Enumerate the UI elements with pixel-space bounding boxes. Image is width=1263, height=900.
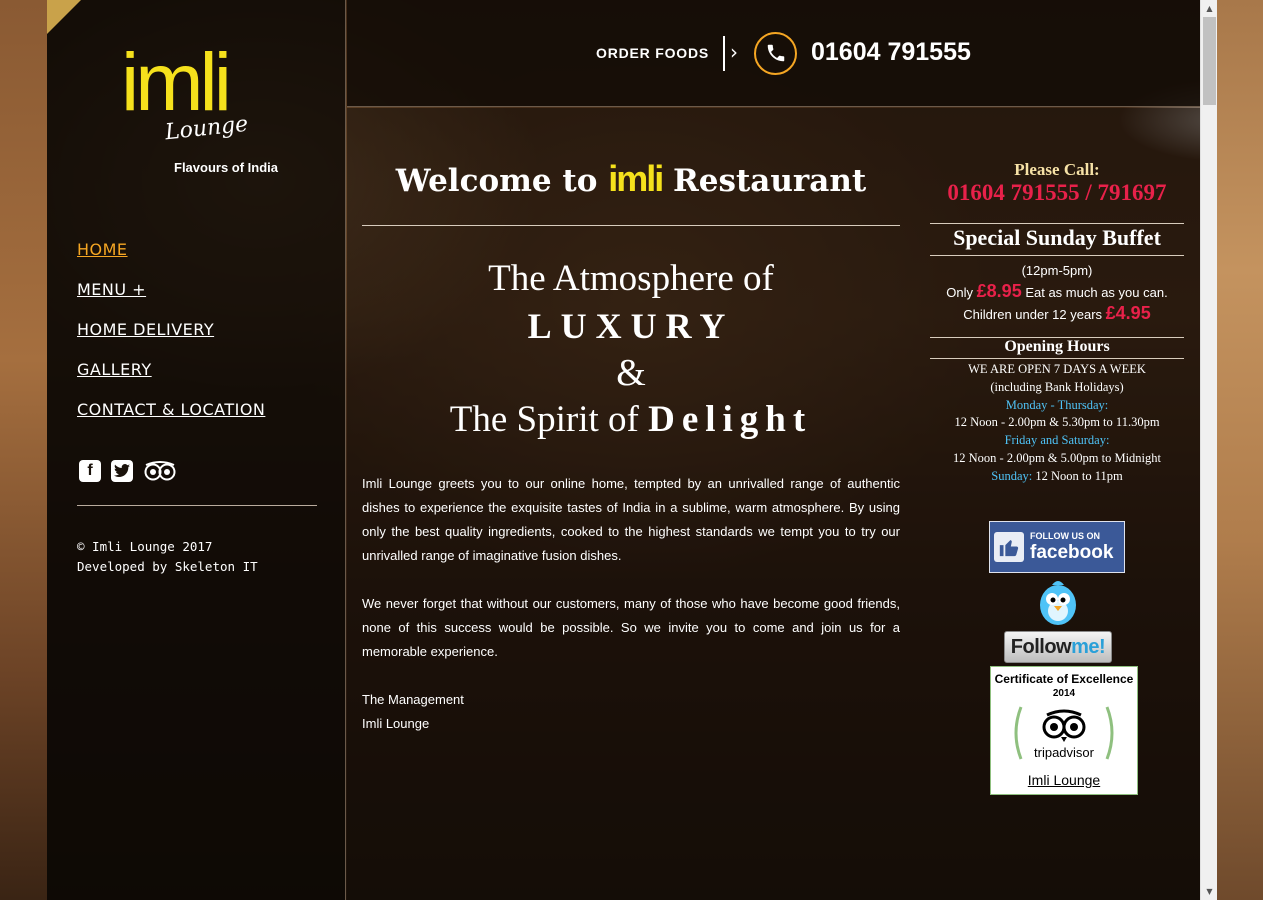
hours-mon-thu: 12 Noon - 2.00pm & 5.30pm to 11.30pm <box>954 415 1160 430</box>
welcome-prefix: Welcome to <box>395 163 598 199</box>
logo-wordmark: imli <box>121 37 232 128</box>
slogan-block: The Atmosphere of LUXURY & The Spirit of… <box>362 256 900 444</box>
thumbs-up-icon <box>994 532 1024 562</box>
header-phone-number[interactable]: 01604 791555 <box>811 38 971 67</box>
facebook-icon[interactable]: f <box>79 460 101 482</box>
hours-sunday-time: 12 Noon to 11pm <box>1035 468 1123 483</box>
buffet-adult-line: Only £8.95 Eat as much as you can. <box>930 281 1184 303</box>
slogan-line-4: The Spirit of Delight <box>362 396 900 444</box>
hours-sunday-label: Sunday: <box>991 468 1033 483</box>
header-divider <box>723 36 725 71</box>
right-divider-4 <box>930 358 1184 359</box>
top-bar: ORDER FOODS › 01604 791555 <box>347 0 1200 107</box>
tripadvisor-wordmark: tripadvisor <box>1034 745 1095 760</box>
right-divider-2 <box>930 255 1184 256</box>
welcome-heading: Welcome to imli Restaurant <box>362 158 900 200</box>
site-logo[interactable]: imli Lounge Flavours of India <box>121 42 281 178</box>
phone-icon[interactable] <box>754 32 797 75</box>
hours-mon-thu-label: Monday - Thursday: <box>1005 397 1109 412</box>
opening-hours: WE ARE OPEN 7 DAYS A WEEK (including Ban… <box>930 361 1184 486</box>
twitter-follow-text: Follow <box>1010 635 1072 658</box>
slogan-line-1: The Atmosphere of <box>488 258 774 299</box>
page-scrollbar[interactable]: ▲ ▼ <box>1200 0 1217 900</box>
contact-phones: 01604 791555 / 791697 <box>947 180 1167 205</box>
signoff-line-2: Imli Lounge <box>362 716 430 731</box>
facebook-follow-badge[interactable]: FOLLOW US ON facebook <box>989 521 1125 573</box>
hours-sunday: Sunday: 12 Noon to 11pm <box>930 468 1184 486</box>
nav-contact-location[interactable]: CONTACT & LOCATION <box>77 400 265 440</box>
developer-credit: Developed by Skeleton IT <box>77 559 258 574</box>
slogan-line-2: LUXURY <box>527 306 735 346</box>
right-divider-1 <box>930 223 1184 224</box>
nav-home-delivery[interactable]: HOME DELIVERY <box>77 320 265 360</box>
footer-credits: © Imli Lounge 2017 Developed by Skeleton… <box>77 537 258 577</box>
buffet-child-line: Children under 12 years £4.95 <box>930 303 1184 325</box>
welcome-brand: imli <box>608 158 664 199</box>
tripadvisor-cert-title: Certificate of Excellence <box>994 672 1134 686</box>
nav-menu[interactable]: MENU + <box>77 280 265 320</box>
intro-paragraph-1: Imli Lounge greets you to our online hom… <box>362 476 900 563</box>
welcome-suffix: Restaurant <box>673 163 867 199</box>
facebook-badge-word: facebook <box>1030 542 1114 563</box>
tripadvisor-owl-icon: tripadvisor <box>1014 706 1114 760</box>
slogan-line-4-prefix: The Spirit of <box>449 399 639 440</box>
logo-tagline: Flavours of India <box>174 160 279 175</box>
twitter-me-text: me! <box>1071 635 1106 658</box>
intro-text: Imli Lounge greets you to our online hom… <box>362 472 900 736</box>
sidebar-divider <box>77 505 317 506</box>
buffet-adult-price: £8.95 <box>976 281 1022 301</box>
chevron-right-icon: › <box>730 40 738 64</box>
buffet-eat-text: Eat as much as you can. <box>1025 285 1168 300</box>
buffet-title: Special Sunday Buffet <box>953 225 1161 250</box>
opening-hours-title: Opening Hours <box>1004 338 1110 355</box>
intro-paragraph-2: We never forget that without our custome… <box>362 596 900 659</box>
buffet-time: (12pm-5pm) <box>1021 263 1093 278</box>
please-call-label: Please Call: <box>1014 160 1100 179</box>
scroll-down-icon[interactable]: ▼ <box>1201 883 1218 900</box>
tripadvisor-certificate: Certificate of Excellence 2014 tripadvis… <box>990 666 1138 795</box>
scrollbar-thumb[interactable] <box>1203 17 1216 105</box>
hours-fri-sat: 12 Noon - 2.00pm & 5.00pm to Midnight <box>953 450 1161 465</box>
slogan-line-4-emphasis: Delight <box>648 399 813 440</box>
slogan-ampersand: & <box>616 352 646 394</box>
buffet-child-price: £4.95 <box>1105 303 1151 323</box>
main-nav: HOME MENU + HOME DELIVERY GALLERY CONTAC… <box>77 240 265 440</box>
facebook-badge-small: FOLLOW US ON <box>1030 531 1100 541</box>
order-foods-label[interactable]: ORDER FOODS <box>596 45 709 61</box>
hours-bank-holidays: (including Bank Holidays) <box>990 379 1124 394</box>
tripadvisor-icon[interactable] <box>143 460 177 482</box>
twitter-follow-button[interactable]: Follow me! <box>1004 631 1112 663</box>
buffet-details: (12pm-5pm) Only £8.95 Eat as much as you… <box>930 260 1184 325</box>
buffet-child-text: Children under 12 years <box>963 307 1103 322</box>
corner-ribbon <box>47 0 81 34</box>
tripadvisor-review-link[interactable]: Imli Lounge <box>991 772 1137 788</box>
backdrop-left-wall <box>0 0 47 900</box>
social-links: f <box>79 460 177 482</box>
hours-fri-sat-label: Friday and Saturday: <box>1004 433 1110 448</box>
twitter-bird-icon[interactable] <box>1034 577 1082 633</box>
buffet-only-text: Only <box>946 285 974 300</box>
scroll-up-icon[interactable]: ▲ <box>1201 0 1218 17</box>
sidebar: imli Lounge Flavours of India HOME MENU … <box>47 0 346 900</box>
tripadvisor-cert-year: 2014 <box>1052 688 1076 699</box>
welcome-divider <box>362 225 900 226</box>
twitter-icon[interactable] <box>111 460 133 482</box>
hours-open-days: WE ARE OPEN 7 DAYS A WEEK <box>968 362 1146 376</box>
nav-gallery[interactable]: GALLERY <box>77 360 265 400</box>
nav-home[interactable]: HOME <box>77 240 265 280</box>
signoff-line-1: The Management <box>362 692 464 707</box>
copyright-text: © Imli Lounge 2017 <box>77 539 213 554</box>
